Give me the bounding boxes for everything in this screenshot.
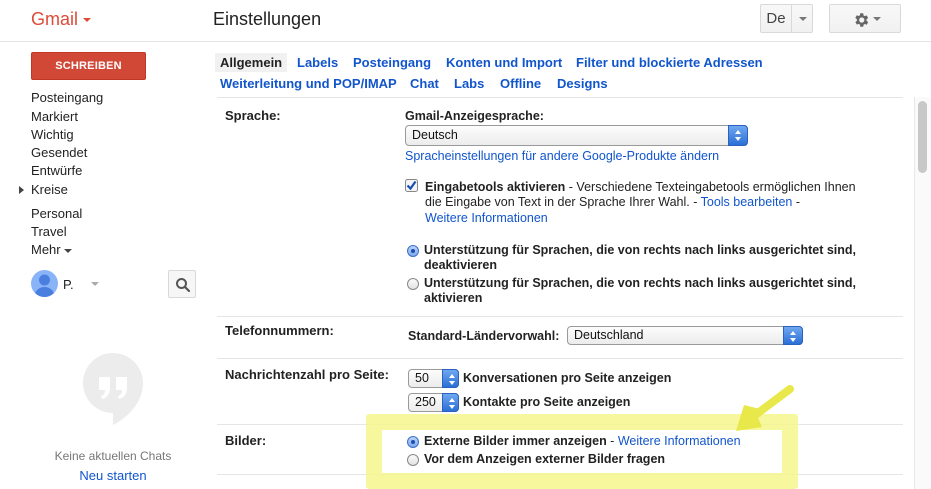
input-tools-desc2: die Eingabe von Text in der Sprache Ihre… [425, 195, 701, 209]
hangouts-icon [83, 353, 143, 425]
input-tools-desc1: - Verschiedene Texteingabetools ermöglic… [565, 180, 856, 194]
tab-labels[interactable]: Labels [297, 55, 338, 70]
setting-row-phone: Telefonnummern: Standard-Ländervorwahl: … [217, 316, 903, 358]
select-spinner-icon [442, 369, 459, 388]
ask-before-images-label: Vor dem Anzeigen externer Bilder fragen [424, 452, 666, 466]
tab-accounts-import[interactable]: Konten und Import [446, 55, 562, 70]
rtl-disable-label-2: deaktivieren [424, 258, 497, 272]
gear-icon [855, 13, 869, 27]
tab-chat[interactable]: Chat [410, 76, 439, 91]
avatar[interactable] [31, 270, 58, 297]
rtl-disable-radio[interactable] [407, 245, 419, 257]
setting-label: Sprache: [225, 108, 281, 123]
tab-labs[interactable]: Labs [454, 76, 484, 91]
sidebar-item-starred[interactable]: Markiert [31, 109, 78, 124]
conversations-per-page-label: Konversationen pro Seite anzeigen [463, 371, 672, 385]
setting-label: Telefonnummern: [225, 323, 334, 338]
gmail-logo-menu[interactable]: Gmail [31, 9, 92, 30]
tab-inbox[interactable]: Posteingang [353, 55, 431, 70]
setting-row-images: Bilder: Externe Bilder immer anzeigen - … [217, 424, 903, 474]
rtl-enable-label-2: aktivieren [424, 291, 483, 305]
contacts-per-page-select[interactable]: 250 [408, 393, 459, 412]
always-show-images-line: Externe Bilder immer anzeigen - Weitere … [424, 434, 741, 449]
setting-label: Nachrichtenzahl pro Seite: [225, 367, 389, 382]
setting-row-next [217, 474, 903, 489]
no-recent-chats-text: Keine aktuellen Chats [54, 449, 172, 463]
rtl-enable-radio[interactable] [407, 278, 419, 290]
contacts-per-page-value: 250 [415, 395, 436, 409]
sidebar-item-travel[interactable]: Travel [31, 224, 67, 239]
chat-search-button[interactable] [168, 270, 196, 298]
conversations-per-page-select[interactable]: 50 [408, 369, 459, 388]
input-tools-checkbox[interactable] [405, 179, 418, 192]
chevron-down-icon [83, 18, 92, 23]
chevron-down-icon [873, 17, 881, 21]
display-language-label: Gmail-Anzeigesprache: [405, 109, 544, 123]
setting-row-page-size: Nachrichtenzahl pro Seite: 50 Konversati… [217, 358, 903, 424]
select-spinner-icon [442, 393, 459, 412]
page-title: Einstellungen [213, 9, 322, 29]
restart-chat-link[interactable]: Neu starten [0, 468, 226, 483]
chevron-down-icon [63, 248, 72, 253]
images-more-info-link[interactable]: Weitere Informationen [618, 434, 741, 448]
select-spinner-icon [728, 125, 748, 146]
always-show-images-label: Externe Bilder immer anzeigen [424, 434, 607, 448]
sidebar-item-more[interactable]: Mehr [31, 242, 72, 257]
tab-offline[interactable]: Offline [500, 76, 541, 91]
country-code-label: Standard-Ländervorwahl: [408, 329, 560, 343]
contacts-per-page-label: Kontakte pro Seite anzeigen [463, 395, 631, 409]
input-tools-more-info-link[interactable]: Weitere Informationen [425, 211, 548, 226]
top-bar: Gmail Einstellungen De [0, 0, 931, 42]
account-name[interactable]: P. [63, 277, 74, 292]
conversations-per-page-value: 50 [415, 371, 429, 385]
tab-themes[interactable]: Designs [557, 76, 608, 91]
other-products-language-link[interactable]: Spracheinstellungen für andere Google-Pr… [405, 149, 719, 164]
display-language-value: Deutsch [412, 128, 458, 142]
setting-label: Bilder: [225, 433, 267, 448]
expand-arrow-icon[interactable] [19, 186, 24, 194]
input-tools-line2: die Eingabe von Text in der Sprache Ihre… [425, 195, 800, 210]
edit-tools-link[interactable]: Tools bearbeiten [701, 195, 793, 209]
display-language-select[interactable]: Deutsch [405, 125, 748, 146]
gmail-logo-text: Gmail [31, 9, 79, 29]
input-tools-line1: Eingabetools aktivieren - Verschiedene T… [425, 180, 856, 195]
sidebar-item-important[interactable]: Wichtig [31, 127, 74, 142]
search-icon [176, 278, 191, 293]
settings-table: Sprache: Gmail-Anzeigesprache: Deutsch S… [217, 97, 903, 489]
sidebar-item-sent[interactable]: Gesendet [31, 145, 87, 160]
rtl-enable-label-1: Unterstützung für Sprachen, die von rech… [424, 276, 857, 290]
input-tools-title: Eingabetools aktivieren [425, 180, 566, 194]
country-code-select[interactable]: Deutschland [567, 326, 803, 345]
input-tools-dash: - [792, 195, 800, 209]
sidebar-item-circles[interactable]: Kreise [31, 182, 68, 197]
person-icon [34, 274, 55, 297]
select-spinner-icon [783, 326, 803, 345]
setting-row-language: Sprache: Gmail-Anzeigesprache: Deutsch S… [217, 97, 903, 316]
country-code-value: Deutschland [574, 328, 644, 342]
gmail-settings-window: Gmail Einstellungen De SCHREIBEN Postein… [0, 0, 931, 489]
compose-button[interactable]: SCHREIBEN [31, 52, 146, 80]
rtl-disable-label-1: Unterstützung für Sprachen, die von rech… [424, 243, 857, 257]
scrollbar-thumb[interactable] [918, 101, 927, 173]
ask-before-images-radio[interactable] [407, 454, 419, 466]
sidebar-item-drafts[interactable]: Entwürfe [31, 163, 82, 178]
sidebar-item-personal[interactable]: Personal [31, 206, 82, 221]
chevron-down-icon[interactable] [91, 282, 99, 286]
always-show-images-radio[interactable] [407, 436, 419, 448]
sidebar-item-inbox[interactable]: Posteingang [31, 90, 103, 105]
input-language-button[interactable]: De [760, 4, 792, 33]
tab-forwarding-pop-imap[interactable]: Weiterleitung und POP/IMAP [220, 76, 397, 91]
settings-gear-button[interactable] [829, 4, 901, 33]
tab-general[interactable]: Allgemein [215, 53, 288, 72]
images-dash: - [606, 434, 618, 448]
input-language-dropdown[interactable] [792, 4, 813, 33]
tab-filters-blocked[interactable]: Filter und blockierte Adressen [576, 55, 763, 70]
sidebar-more-label: Mehr [31, 242, 61, 257]
